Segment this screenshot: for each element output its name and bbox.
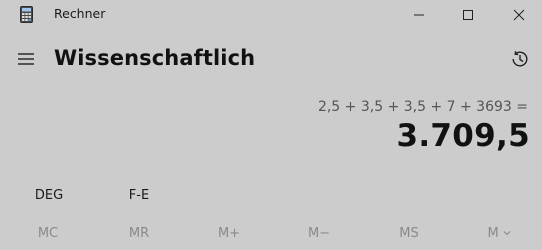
mode-title: Wissenschaftlich [54,46,256,70]
mode-toggle-row: DEG F-E [0,182,542,208]
navigation-menu-button[interactable] [12,46,40,74]
memory-subtract-button[interactable]: M− [294,226,344,241]
result-display: 3.709,5 [396,118,530,154]
close-icon [513,6,525,25]
angle-unit-button[interactable]: DEG [26,182,72,208]
memory-clear-button[interactable]: MC [23,226,73,241]
memory-recall-button[interactable]: MR [114,226,164,241]
fixed-exponent-button[interactable]: F-E [117,182,161,208]
close-button[interactable] [496,0,542,30]
chevron-down-icon [500,229,511,239]
memory-row: MC MR M+ M− MS M [0,222,542,250]
history-button[interactable] [506,47,534,75]
minimize-icon [413,6,425,25]
memory-store-button[interactable]: MS [384,226,434,241]
title-bar: Rechner [0,0,542,32]
calculator-icon [20,6,33,23]
hamburger-menu-icon [18,51,34,70]
memory-add-button[interactable]: M+ [204,226,254,241]
window-title: Rechner [54,6,106,21]
expression-display: 2,5 + 3,5 + 3,5 + 7 + 3693 = [317,99,528,115]
memory-list-button[interactable]: M [474,226,524,241]
maximize-button[interactable] [445,0,491,30]
memory-list-label: M [487,226,499,241]
calculator-header: Wissenschaftlich [0,40,542,84]
minimize-button[interactable] [396,0,442,30]
maximize-icon [462,6,474,25]
history-icon [510,49,530,73]
